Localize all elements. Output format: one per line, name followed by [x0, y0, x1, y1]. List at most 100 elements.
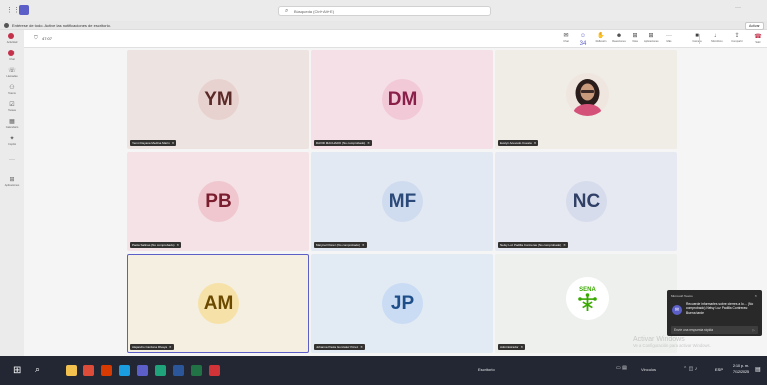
- participant-avatar: MF: [382, 181, 423, 222]
- chat-icon: ✉: [672, 305, 682, 315]
- participant-avatar: PB: [198, 181, 239, 222]
- rail-item-teams[interactable]: ⚇ Teams: [0, 84, 24, 100]
- word-icon[interactable]: [173, 365, 184, 376]
- rail-item-calls[interactable]: ☏ Llamadas: [0, 67, 24, 83]
- toolbar-mic-button[interactable]: ♩ Micrófono: [710, 32, 724, 46]
- windows-taskbar: ⊞ ⌕ Escritorio ▭ ▤ Vinculos ⌃ ◫ ♪ ESP 2:…: [0, 356, 767, 385]
- teams-icon: ⚇: [9, 85, 15, 91]
- rail-item-activity[interactable]: ◔Actividad: [0, 33, 24, 49]
- rail-item-calendar[interactable]: ▦ Calendario: [0, 118, 24, 134]
- mic-icon: ♩: [714, 33, 720, 39]
- participant-tile[interactable]: NC Nelsy Luz Padilla Contreras (No compro…: [495, 152, 677, 251]
- toolbar-button-label: Cámara: [692, 40, 702, 43]
- toolbar-button-label: Micrófono: [711, 40, 723, 43]
- watermark-title: Activar Windows: [633, 336, 685, 343]
- toolbar-button-label: Compartir: [731, 40, 743, 43]
- shield-icon: ⛉: [34, 35, 38, 41]
- participant-name-label: Johanna Paola Gonzalez Pérez ✕: [314, 344, 365, 350]
- mic-muted-icon: ✕: [520, 345, 524, 349]
- taskbar-toolbar-icon[interactable]: ▭ ▤: [616, 365, 627, 371]
- rail-item-chat[interactable]: ✉Chat: [0, 50, 24, 66]
- calls-icon: ☏: [8, 68, 16, 74]
- participant-tile[interactable]: AM Alejandro Cardona Rivaya ✕: [127, 254, 309, 353]
- teams-icon[interactable]: [137, 365, 148, 376]
- watermark-subtitle: Ve a Configuración para activar Windows.: [633, 343, 711, 348]
- chat-icon: ✉: [563, 33, 569, 39]
- notification-badge: [8, 33, 14, 39]
- excel-icon[interactable]: [191, 365, 202, 376]
- office-icon[interactable]: [101, 365, 112, 376]
- toolbar-reactions-button[interactable]: ☻ Reacciones: [612, 32, 626, 46]
- toolbar-chat-button[interactable]: ✉ Chat: [559, 32, 573, 46]
- participant-photo: [566, 73, 609, 116]
- reactions-icon: ☻: [615, 33, 623, 39]
- toolbar-apps-button[interactable]: ⊞ Aplicaciones: [644, 32, 659, 46]
- participant-name: Alejandro Cardona Rivaya: [132, 345, 168, 349]
- participant-name-label: Evelyn Acevedo Cuesta ✕: [498, 140, 539, 146]
- file-explorer-icon[interactable]: [66, 365, 77, 376]
- participant-name-label: Nelsy Luz Padilla Contreras (No comproba…: [498, 242, 568, 248]
- toolbar-more-button[interactable]: ··· Más: [662, 32, 676, 46]
- participant-tile[interactable]: DM DAVID MACHADO (No comprobado) ✕: [311, 50, 493, 149]
- more-options-icon[interactable]: ···: [735, 5, 741, 11]
- more-icon: ···: [9, 157, 15, 163]
- participant-tile[interactable]: Evelyn Acevedo Cuesta ✕: [495, 50, 677, 149]
- toolbar-button-label: Aplicaciones: [644, 40, 659, 43]
- taskbar-desktop-label[interactable]: Escritorio: [478, 367, 495, 372]
- participant-tile[interactable]: MF Marynel Flórez (No comprobado) ✕: [311, 152, 493, 251]
- participant-name-label: Alejandro Cardona Rivaya ✕: [130, 344, 174, 350]
- share-icon: ⇪: [734, 33, 740, 39]
- participant-tile[interactable]: PB Paola Salinas (No comprobado) ✕: [127, 152, 309, 251]
- toolbar-camera-button[interactable]: ■ Cámara: [690, 32, 704, 46]
- quick-reply-input[interactable]: Envíe una respuesta rápida ▷: [671, 326, 758, 334]
- toolbar-raise-hand-button[interactable]: ✋ Reflexión: [594, 32, 608, 46]
- rail-item-tasks[interactable]: ☑ Tareas: [0, 101, 24, 117]
- windows-start-icon[interactable]: ⊞: [13, 365, 21, 376]
- toolbar-view-button[interactable]: ⊞ Vista: [628, 32, 642, 46]
- toolbar-share-button[interactable]: ⇪ Compartir: [730, 32, 744, 46]
- notification-center-icon[interactable]: ▤: [755, 366, 761, 373]
- clock-date: 7/12/2025: [733, 370, 749, 374]
- rail-item-label: Aplicaciones: [4, 184, 20, 187]
- rail-item-apps[interactable]: ⊞ Aplicaciones: [0, 176, 24, 192]
- app-teal-icon[interactable]: [155, 365, 166, 376]
- app-menu-icon[interactable]: ⋮⋮: [6, 6, 20, 15]
- taskbar-search-icon[interactable]: ⌕: [35, 364, 40, 375]
- mic-muted-icon: ✕: [176, 243, 180, 247]
- rail-item-copilot[interactable]: ✦ Copilot: [0, 135, 24, 151]
- info-icon: [4, 23, 9, 28]
- taskbar-clock[interactable]: 2:10 p. m. 7/12/2025: [733, 363, 749, 375]
- rail-item-more[interactable]: ···: [0, 156, 24, 172]
- language-indicator[interactable]: ESP: [715, 367, 723, 372]
- toolbar-button-label: Vista: [632, 40, 638, 43]
- chat-toast[interactable]: Microsoft Teams × ✉ Recuerde informarles…: [667, 290, 762, 336]
- search-placeholder: Búsqueda (Ctrl+Alt+E): [294, 9, 335, 14]
- pdf-icon[interactable]: [209, 365, 220, 376]
- toolbar-button-label: Chat: [563, 40, 569, 43]
- participant-name: Yenni Dayana Medina Marín: [132, 141, 170, 145]
- rail-item-label: Copilot: [7, 143, 17, 146]
- participant-tile[interactable]: JP Johanna Paola Gonzalez Pérez ✕: [311, 254, 493, 353]
- edge-icon[interactable]: [119, 365, 130, 376]
- copilot-icon: ✦: [9, 136, 15, 142]
- search-box[interactable]: ⌕ Búsqueda (Ctrl+Alt+E): [278, 6, 491, 16]
- participant-name: Nelsy Luz Padilla Contreras (No comproba…: [500, 243, 562, 247]
- participant-name-label: Paola Salinas (No comprobado) ✕: [130, 242, 182, 248]
- close-icon[interactable]: ×: [755, 293, 757, 298]
- activate-notifications-button[interactable]: Activar: [745, 22, 764, 30]
- toolbar-divider: [699, 34, 700, 44]
- chrome-icon[interactable]: [83, 365, 94, 376]
- quick-reply-placeholder: Envíe una respuesta rápida: [674, 328, 713, 332]
- people-icon: ☺ 34: [579, 33, 587, 47]
- participant-name-label: DAVID MACHADO (No comprobado) ✕: [314, 140, 372, 146]
- teams-logo-icon: [19, 5, 29, 15]
- leave-button[interactable]: ☎ Salir: [751, 33, 765, 45]
- title-bar: ⋮⋮ ⌕ Búsqueda (Ctrl+Alt+E) ···: [0, 0, 767, 21]
- send-icon[interactable]: ▷: [753, 326, 755, 334]
- system-tray-icons[interactable]: ⌃ ◫ ♪: [683, 366, 697, 372]
- rail-item-label: Teams: [8, 92, 16, 95]
- taskbar-links-label[interactable]: Vinculos: [641, 367, 656, 372]
- participant-tile[interactable]: YM Yenni Dayana Medina Marín ✕: [127, 50, 309, 149]
- windows-activation-watermark: Activar Windows Ve a Configuración para …: [633, 336, 711, 348]
- toolbar-people-button[interactable]: ☺ 34Usuarios: [576, 32, 590, 51]
